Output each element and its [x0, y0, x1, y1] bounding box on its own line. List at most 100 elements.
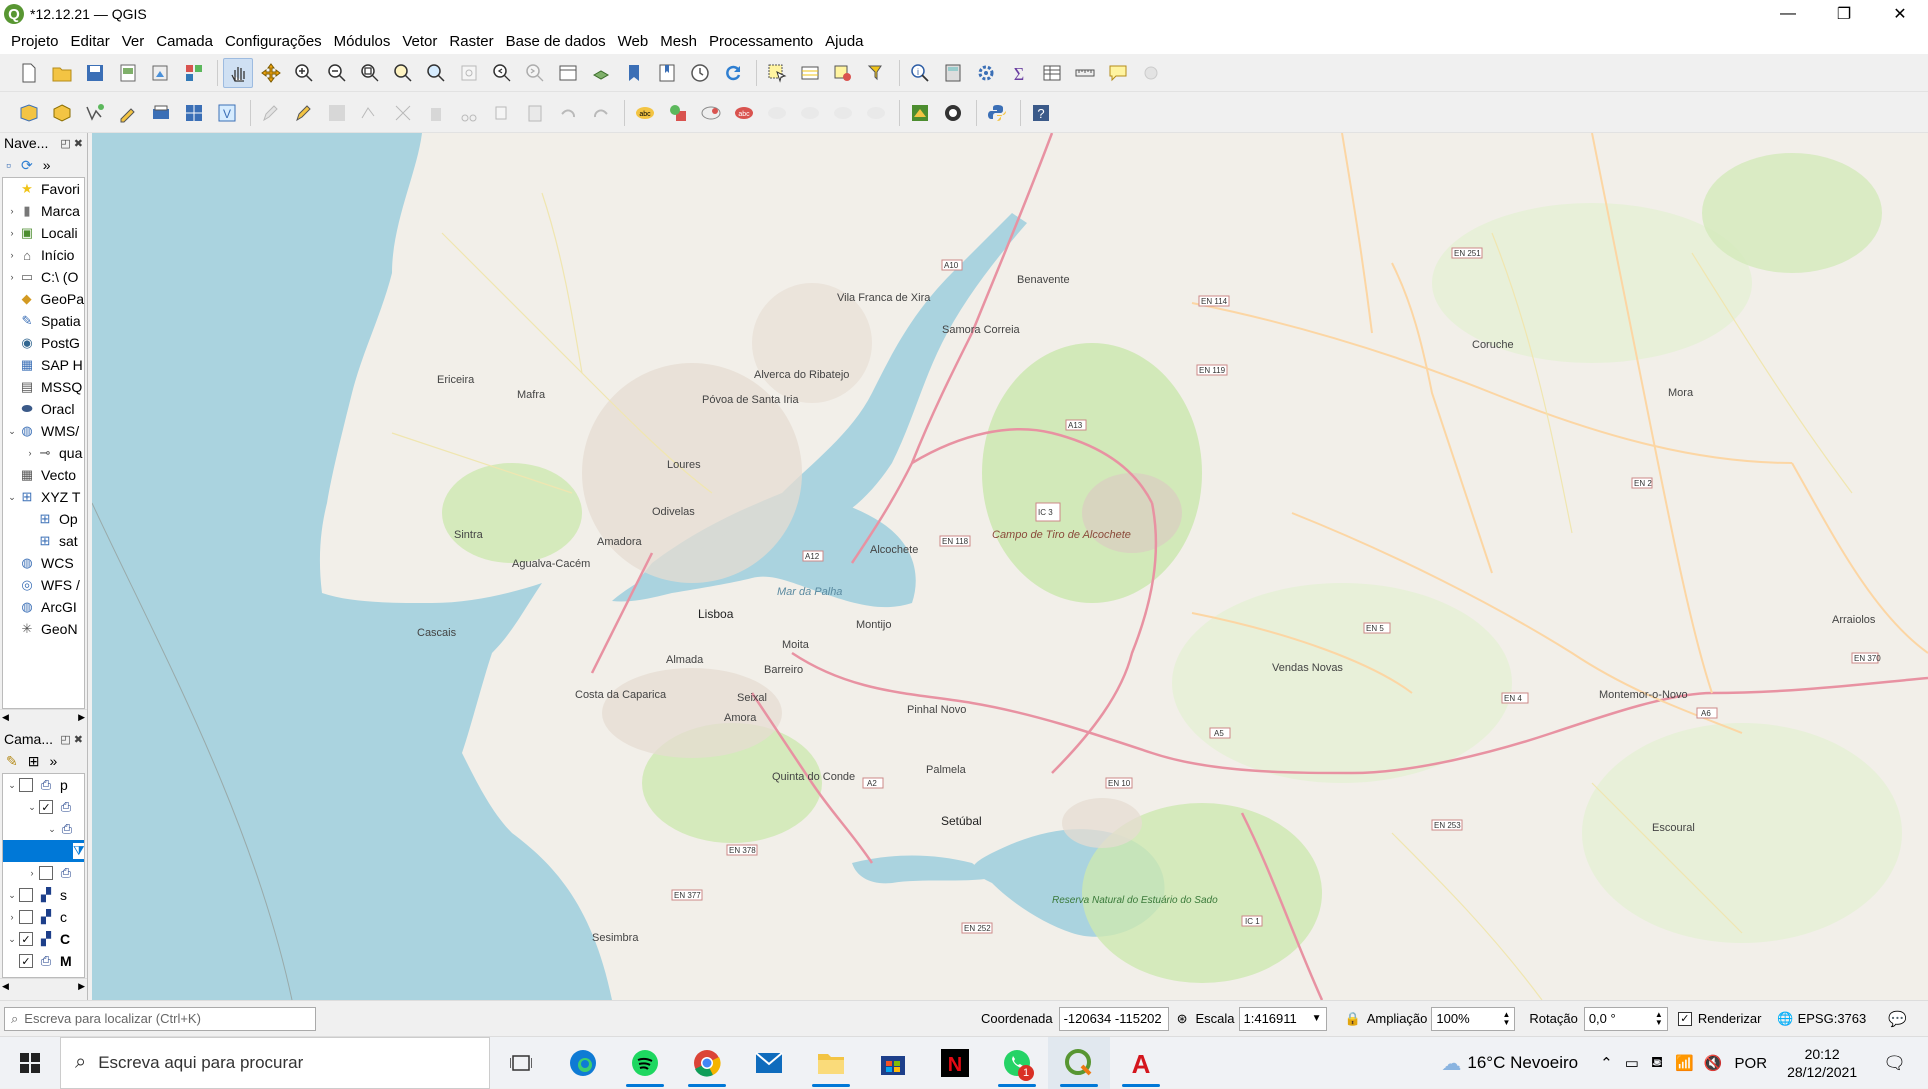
layer-row[interactable]: › ▞ c — [3, 906, 84, 928]
clock[interactable]: 20:12 28/12/2021 — [1787, 1045, 1857, 1081]
add-selected-layers-icon[interactable]: ▫ — [6, 157, 11, 173]
browser-item[interactable]: ▤ MSSQ — [3, 376, 84, 398]
scale-combobox[interactable]: 1:416911 ▼ — [1238, 1006, 1327, 1031]
new-temporary-layer-button[interactable] — [113, 98, 143, 128]
render-checkbox[interactable]: ✓ — [1677, 1011, 1692, 1026]
expand-arrow-icon[interactable]: › — [5, 272, 19, 282]
browser-item[interactable]: › ▣ Locali — [3, 222, 84, 244]
select-location-button[interactable] — [861, 58, 891, 88]
zoom-in-button[interactable] — [289, 58, 319, 88]
expand-arrow-icon[interactable]: ⌄ — [25, 802, 39, 813]
open-project-button[interactable] — [47, 58, 77, 88]
expand-arrow-icon[interactable]: › — [5, 206, 19, 216]
layer-visibility-checkbox[interactable]: ✓ — [39, 800, 53, 814]
locator-search-input[interactable]: ⌕ Escreva para localizar (Ctrl+K) — [4, 1006, 316, 1031]
undo-button[interactable] — [553, 98, 583, 128]
toggle-label-button[interactable]: abc — [729, 98, 759, 128]
browser-item[interactable]: ▦ SAP H — [3, 354, 84, 376]
coordinate-field[interactable]: -120634 -115202 — [1058, 1006, 1169, 1031]
expand-arrow-icon[interactable]: ⌄ — [5, 492, 19, 503]
dock-controls[interactable]: ◰ ✖ — [60, 137, 83, 150]
expand-toolbar-icon[interactable]: » — [49, 753, 57, 769]
browser-item[interactable]: › ▮ Marca — [3, 200, 84, 222]
layer-visibility-checkbox[interactable]: ✓ — [19, 932, 33, 946]
add-virtual-layer-button[interactable]: V — [212, 98, 242, 128]
change-label-button[interactable] — [828, 98, 858, 128]
decorations-button[interactable] — [1136, 58, 1166, 88]
expand-arrow-icon[interactable]: › — [5, 912, 19, 922]
rotation-spinbox[interactable]: 0,0 ° ▲ ▼ — [1583, 1006, 1668, 1031]
menu-mesh[interactable]: Mesh — [660, 33, 697, 50]
volume-icon[interactable]: 🔇 — [1704, 1054, 1723, 1072]
layer-row[interactable]: ⧩ — [3, 840, 84, 862]
style-manager-button[interactable] — [179, 58, 209, 88]
taskbar-spotify-app[interactable] — [614, 1037, 676, 1089]
expand-arrow-icon[interactable]: › — [5, 228, 19, 238]
browser-item[interactable]: ⬬ Oracl — [3, 398, 84, 420]
expand-arrow-icon[interactable]: ⌄ — [5, 426, 19, 437]
new-bookmark-button[interactable] — [619, 58, 649, 88]
save-project-button[interactable] — [80, 58, 110, 88]
statistics-button[interactable]: Σ — [1004, 58, 1034, 88]
layers-tree[interactable]: ⌄ ⎙ p ⌄ ✓ ⎙ ⌄ ⎙ ⧩ › ⎙ ⌄ ▞ s › ▞ c ⌄ ✓ ▞ C ✓ ⎙ M — [2, 773, 85, 978]
layer-row[interactable]: ⌄ ▞ s — [3, 884, 84, 906]
expand-arrow-icon[interactable]: › — [23, 448, 37, 458]
expand-arrow-icon[interactable]: ⌄ — [45, 824, 59, 835]
expand-arrow-icon[interactable]: ⌄ — [5, 890, 19, 901]
pan-to-selection-button[interactable] — [256, 58, 286, 88]
layer-row[interactable]: ⌄ ✓ ⎙ — [3, 796, 84, 818]
taskbar-qgis-app[interactable] — [1048, 1036, 1110, 1089]
map-canvas[interactable]: Vila Franca de Xira Samora Correia Benav… — [92, 133, 1928, 1000]
layer-row[interactable]: › ⎙ — [3, 862, 84, 884]
add-feature-button[interactable] — [355, 98, 385, 128]
taskbar-whatsapp-app[interactable]: 1 — [986, 1037, 1048, 1089]
magnifier-spinbox[interactable]: 100% ▲ ▼ — [1431, 1006, 1516, 1031]
browser-tree[interactable]: ★ Favori › ▮ Marca › ▣ Locali › ⌂ Início › ▭ C:\ (O ◆ G… — [2, 177, 85, 709]
layer-row[interactable]: ⌄ ✓ ▞ C — [3, 928, 84, 950]
onedrive-icon[interactable]: ⛾ — [1651, 1054, 1663, 1073]
menu-base-de-dados[interactable]: Base de dados — [506, 33, 606, 50]
menu-projeto[interactable]: Projeto — [11, 33, 59, 50]
browser-item[interactable]: ◆ GeoPa — [3, 288, 84, 310]
browser-item[interactable]: ★ Favori — [3, 178, 84, 200]
highlight-pinned-labels-button[interactable] — [696, 98, 726, 128]
zoom-to-selection-button[interactable] — [388, 58, 418, 88]
layer-visibility-checkbox[interactable] — [19, 778, 33, 792]
menu-web[interactable]: Web — [618, 33, 649, 50]
new-map-view-button[interactable] — [553, 58, 583, 88]
delete-selected-button[interactable] — [421, 98, 451, 128]
lock-scale-icon[interactable]: 🔒 — [1345, 1011, 1361, 1027]
save-edits-button[interactable] — [322, 98, 352, 128]
diagram-button[interactable] — [663, 98, 693, 128]
move-label-button[interactable] — [762, 98, 792, 128]
browser-item[interactable]: ▦ Vecto — [3, 464, 84, 486]
map-tips-button[interactable] — [1103, 58, 1133, 88]
identify-features-button[interactable]: i — [905, 58, 935, 88]
menu-ver[interactable]: Ver — [122, 33, 145, 50]
select-features-button[interactable] — [762, 58, 792, 88]
layer-visibility-checkbox[interactable] — [39, 866, 53, 880]
expand-arrow-icon[interactable]: › — [25, 868, 39, 878]
browser-item[interactable]: ◍ ArcGI — [3, 596, 84, 618]
show-hide-labels-button[interactable] — [861, 98, 891, 128]
show-bookmarks-button[interactable] — [652, 58, 682, 88]
menu-ajuda[interactable]: Ajuda — [825, 33, 863, 50]
minimize-button[interactable]: — — [1760, 0, 1816, 28]
dock-controls[interactable]: ◰ ✖ — [60, 733, 83, 746]
expand-arrow-icon[interactable]: ⌄ — [5, 934, 19, 945]
zoom-next-button[interactable] — [520, 58, 550, 88]
browser-item[interactable]: ◎ WFS / — [3, 574, 84, 596]
zoom-full-button[interactable] — [355, 58, 385, 88]
new-3d-map-view-button[interactable] — [586, 58, 616, 88]
current-edits-button[interactable] — [256, 98, 286, 128]
field-calculator-button[interactable] — [938, 58, 968, 88]
add-raster-layer-button[interactable] — [179, 98, 209, 128]
layer-visibility-checkbox[interactable] — [19, 910, 33, 924]
crs-button[interactable]: EPSG:3763 — [1798, 1011, 1867, 1026]
taskbar-acrobat-app[interactable]: A — [1110, 1037, 1172, 1089]
refresh-button[interactable] — [718, 58, 748, 88]
menu-camada[interactable]: Camada — [156, 33, 213, 50]
help-button[interactable]: ? — [1026, 98, 1056, 128]
browser-item[interactable]: ⊞ sat — [3, 530, 84, 552]
taskbar-netflix-app[interactable]: N — [924, 1037, 986, 1089]
